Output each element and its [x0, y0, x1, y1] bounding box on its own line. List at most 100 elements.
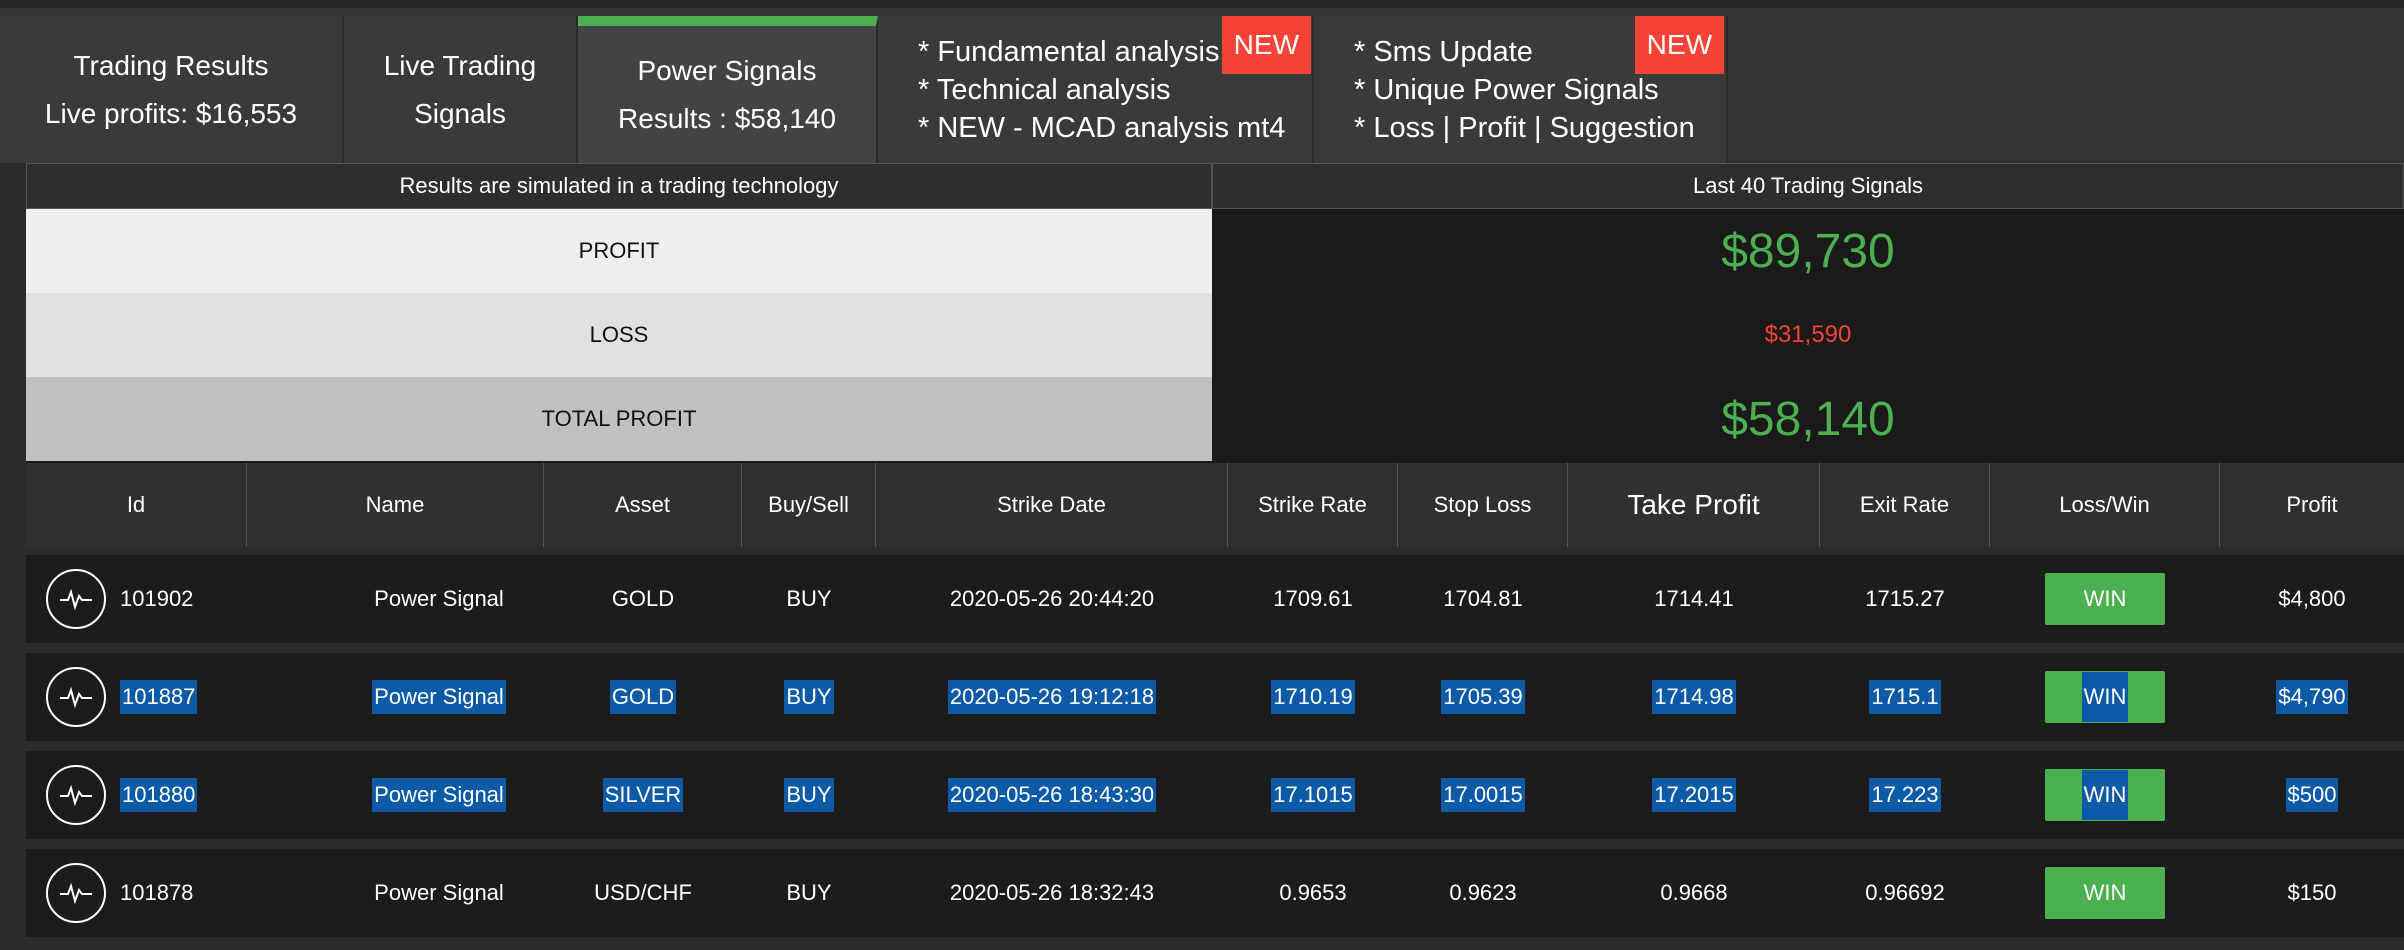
cell-take: 1714.41 — [1568, 555, 1820, 643]
win-badge[interactable]: WIN — [2045, 573, 2165, 625]
info-line: * Sms Update — [1354, 35, 1533, 68]
cell-profit: $4,800 — [2220, 555, 2404, 643]
total-profit-label: TOTAL PROFIT — [26, 377, 1212, 461]
cell-id: 101902 — [120, 555, 247, 643]
col-name[interactable]: Name — [247, 463, 544, 547]
total-profit-value: $58,140 — [1212, 377, 2404, 461]
tab-trading-results[interactable]: Trading Results Live profits: $16,553 — [0, 16, 344, 163]
cell-text: $4,800 — [2278, 586, 2346, 611]
col-profit[interactable]: Profit — [2220, 463, 2404, 547]
cell-strike: 1709.61 — [1228, 555, 1398, 643]
cell-text: 17.2015 — [1652, 778, 1736, 812]
info-line: * Unique Power Signals — [1354, 73, 1659, 106]
pulse-icon[interactable] — [46, 765, 106, 825]
pulse-icon[interactable] — [46, 667, 106, 727]
col-id[interactable]: Id — [26, 463, 247, 547]
cell-text: Power Signal — [372, 680, 506, 714]
cell-asset: GOLD — [544, 653, 742, 741]
tab-subtitle: Signals — [414, 97, 506, 129]
cell-text: 101887 — [120, 680, 198, 714]
cell-text: 1705.39 — [1441, 680, 1525, 714]
cell-text: GOLD — [611, 586, 675, 611]
cell-text: 17.0015 — [1441, 778, 1525, 812]
cell-take: 0.9668 — [1568, 849, 1820, 937]
col-exit-rate[interactable]: Exit Rate — [1820, 463, 1990, 547]
cell-profit: $4,790 — [2220, 653, 2404, 741]
new-badge: NEW — [1221, 16, 1311, 74]
cell-text: SILVER — [602, 778, 684, 812]
cell-text: GOLD — [609, 680, 677, 714]
cell-text: BUY — [786, 586, 832, 611]
cell-text: 1704.81 — [1443, 586, 1523, 611]
cell-exit: 0.96692 — [1820, 849, 1990, 937]
pulse-icon[interactable] — [46, 863, 106, 923]
win-text: WIN — [2081, 770, 2129, 820]
cell-result: WIN — [1990, 653, 2220, 741]
tab-power-signals[interactable]: Power Signals Results : $58,140 — [578, 16, 878, 163]
cell-text: 0.96692 — [1865, 880, 1945, 905]
tab-sms-info[interactable]: * Sms Update * Unique Power Signals * Lo… — [1314, 16, 1728, 163]
cell-text: BUY — [784, 680, 834, 714]
cell-strike: 1710.19 — [1228, 653, 1398, 741]
cell-text: 2020-05-26 19:12:18 — [947, 680, 1157, 714]
col-buy-sell[interactable]: Buy/Sell — [742, 463, 876, 547]
win-badge[interactable]: WIN — [2045, 867, 2165, 919]
table-row[interactable]: 101878 Power Signal USD/CHF BUY 2020-05-… — [26, 849, 2404, 937]
col-loss-win[interactable]: Loss/Win — [1990, 463, 2220, 547]
cell-strike: 17.1015 — [1228, 751, 1398, 839]
cell-text: 2020-05-26 18:43:30 — [947, 778, 1157, 812]
profit-label: PROFIT — [26, 209, 1212, 293]
info-line: * Fundamental analysis — [918, 35, 1220, 68]
tab-live-trading-signals[interactable]: Live Trading Signals — [344, 16, 578, 163]
pulse-icon[interactable] — [46, 569, 106, 629]
table-header: Id Name Asset Buy/Sell Strike Date Strik… — [26, 463, 2404, 547]
cell-id: 101880 — [120, 751, 247, 839]
tab-analysis-info[interactable]: * Fundamental analysis * Technical analy… — [878, 16, 1314, 163]
table-row[interactable]: 101880 Power Signal SILVER BUY 2020-05-2… — [26, 751, 2404, 839]
cell-text: 2020-05-26 18:32:43 — [949, 880, 1155, 905]
win-text: WIN — [2081, 672, 2129, 722]
cell-asset: USD/CHF — [544, 849, 742, 937]
cell-profit: $500 — [2220, 751, 2404, 839]
win-badge[interactable]: WIN — [2045, 769, 2165, 821]
cell-text: 0.9653 — [1279, 880, 1347, 905]
col-asset[interactable]: Asset — [544, 463, 742, 547]
table-row[interactable]: 101887 Power Signal GOLD BUY 2020-05-26 … — [26, 653, 2404, 741]
win-badge[interactable]: WIN — [2045, 671, 2165, 723]
cell-text: Power Signal — [374, 586, 504, 611]
cell-text: 1709.61 — [1273, 586, 1353, 611]
cell-asset: GOLD — [544, 555, 742, 643]
cell-text: 101902 — [120, 586, 194, 611]
new-badge: NEW — [1634, 16, 1724, 74]
cell-profit: $150 — [2220, 849, 2404, 937]
cell-date: 2020-05-26 18:32:43 — [876, 849, 1228, 937]
cell-side: BUY — [742, 555, 876, 643]
cell-text: $500 — [2285, 778, 2339, 812]
cell-text: 1715.1 — [1869, 680, 1941, 714]
loss-label: LOSS — [26, 293, 1212, 377]
col-take-profit[interactable]: Take Profit — [1568, 463, 1820, 547]
cell-text: 17.1015 — [1271, 778, 1355, 812]
top-tabs: Trading Results Live profits: $16,553 Li… — [0, 0, 2404, 163]
cell-text: Power Signal — [372, 778, 506, 812]
table-row[interactable]: 101902 Power Signal GOLD BUY 2020-05-26 … — [26, 555, 2404, 643]
cell-take: 17.2015 — [1568, 751, 1820, 839]
cell-id: 101878 — [120, 849, 247, 937]
cell-exit: 17.223 — [1820, 751, 1990, 839]
col-stop-loss[interactable]: Stop Loss — [1398, 463, 1568, 547]
tab-subtitle: Results : $58,140 — [618, 102, 836, 134]
win-text: WIN — [2083, 880, 2127, 905]
cell-date: 2020-05-26 19:12:18 — [876, 653, 1228, 741]
cell-side: BUY — [742, 751, 876, 839]
cell-text: BUY — [786, 880, 832, 905]
cell-strike: 0.9653 — [1228, 849, 1398, 937]
cell-id: 101887 — [120, 653, 247, 741]
profit-value: $89,730 — [1212, 209, 2404, 293]
tab-title: Trading Results — [73, 49, 269, 81]
col-strike-date[interactable]: Strike Date — [876, 463, 1228, 547]
cell-text: 0.9668 — [1660, 880, 1728, 905]
cell-date: 2020-05-26 18:43:30 — [876, 751, 1228, 839]
cell-text: Power Signal — [374, 880, 504, 905]
cell-side: BUY — [742, 653, 876, 741]
col-strike-rate[interactable]: Strike Rate — [1228, 463, 1398, 547]
